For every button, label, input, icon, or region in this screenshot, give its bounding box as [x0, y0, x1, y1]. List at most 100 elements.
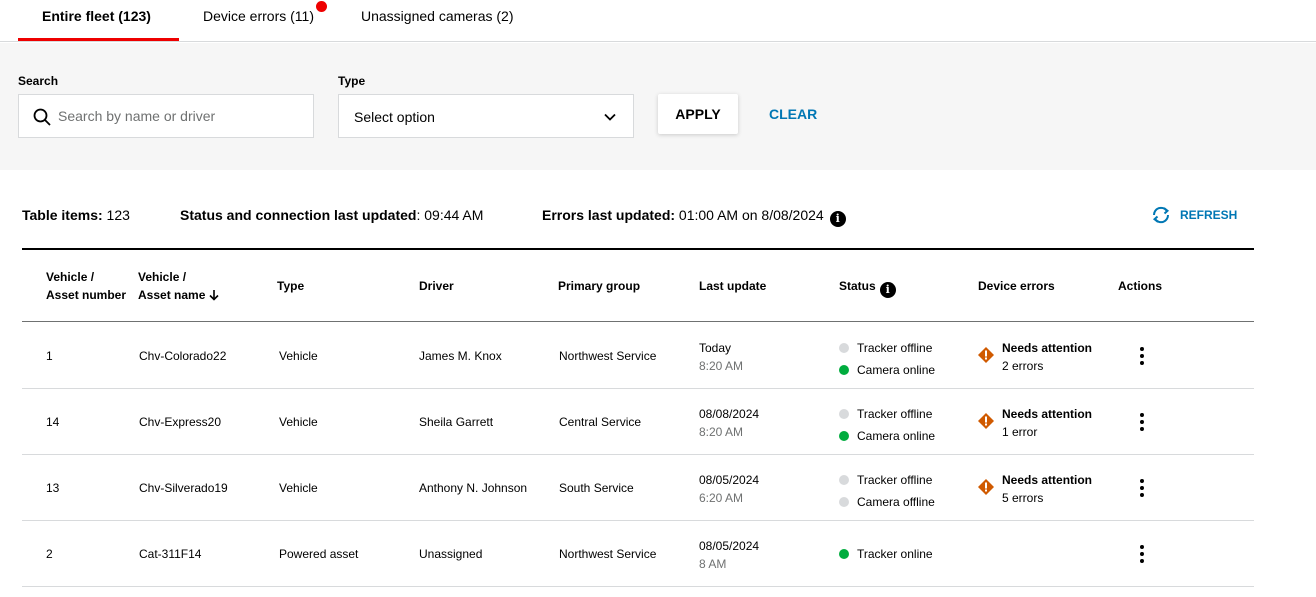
cell-primary-group: Central Service: [559, 415, 641, 429]
cell-device-errors[interactable]: Needs attention5 errors: [978, 471, 1092, 507]
status-line: Camera online: [839, 359, 935, 381]
last-update-date: 08/05/2024: [699, 537, 759, 555]
status-offline-dot: [839, 343, 849, 353]
warning-icon: [978, 347, 994, 363]
kebab-dot: [1140, 479, 1144, 483]
status-text: Tracker offline: [857, 403, 932, 425]
tab-device-errors[interactable]: Device errors (11): [203, 8, 314, 24]
table-row[interactable]: 14Chv-Express20VehicleSheila GarrettCent…: [22, 389, 1254, 455]
kebab-dot: [1140, 493, 1144, 497]
search-input[interactable]: [58, 95, 308, 137]
sort-down-icon[interactable]: [209, 289, 219, 301]
table-items-label: Table items:: [22, 207, 103, 223]
col-vehicle-name-line1: Vehicle /: [138, 270, 186, 284]
cell-asset-number: 13: [46, 481, 59, 495]
kebab-dot: [1140, 413, 1144, 417]
device-errors-text: Needs attention2 errors: [978, 339, 1092, 375]
search-field[interactable]: [18, 94, 314, 138]
cell-type: Vehicle: [279, 349, 318, 363]
table-row[interactable]: 1Chv-Colorado22VehicleJames M. KnoxNorth…: [22, 323, 1254, 389]
type-select-value: Select option: [354, 109, 435, 125]
col-primary-group[interactable]: Primary group: [558, 277, 640, 295]
refresh-button[interactable]: REFRESH: [1150, 206, 1237, 224]
device-errors-text: Needs attention1 error: [978, 405, 1092, 441]
more-actions-icon[interactable]: [1134, 543, 1150, 565]
col-vehicle-number[interactable]: Vehicle / Asset number: [46, 268, 126, 304]
device-errors-title: Needs attention: [1002, 405, 1092, 423]
cell-type: Vehicle: [279, 481, 318, 495]
tab-bar: Entire fleet (123) Device errors (11) Un…: [0, 0, 1316, 42]
status-text: Tracker offline: [857, 469, 932, 491]
refresh-icon: [1150, 206, 1172, 224]
cell-device-errors[interactable]: Needs attention2 errors: [978, 339, 1092, 375]
cell-asset-number: 2: [46, 547, 53, 561]
last-update-date: Today: [699, 339, 743, 357]
cell-asset-name: Chv-Colorado22: [139, 349, 226, 363]
table-header: Vehicle / Asset number Vehicle / Asset n…: [22, 250, 1254, 322]
cell-asset-number: 1: [46, 349, 53, 363]
table-row[interactable]: 13Chv-Silverado19VehicleAnthony N. Johns…: [22, 455, 1254, 521]
table-items-count: Table items: 123: [22, 207, 130, 223]
status-last-updated: Status and connection last updated: 09:4…: [180, 207, 483, 223]
col-driver[interactable]: Driver: [419, 277, 454, 295]
device-errors-count: 5 errors: [1002, 491, 1043, 505]
errors-updated-label: Errors last updated:: [542, 207, 675, 223]
status-updated-label: Status and connection last updated: [180, 207, 416, 223]
cell-status: Tracker online: [839, 543, 933, 565]
search-label: Search: [18, 74, 58, 88]
apply-button[interactable]: APPLY: [658, 94, 738, 134]
kebab-dot: [1140, 361, 1144, 365]
status-online-dot: [839, 365, 849, 375]
cell-last-update: 08/05/20246:20 AM: [699, 471, 759, 507]
device-errors-count: 2 errors: [1002, 359, 1043, 373]
kebab-dot: [1140, 420, 1144, 424]
cell-primary-group: Northwest Service: [559, 349, 656, 363]
status-offline-dot: [839, 497, 849, 507]
status-text: Tracker online: [857, 543, 933, 565]
cell-asset-number: 14: [46, 415, 59, 429]
table-items-value: 123: [103, 207, 130, 223]
more-actions-icon[interactable]: [1134, 345, 1150, 367]
cell-asset-name: Chv-Silverado19: [139, 481, 228, 495]
status-line: Tracker online: [839, 543, 933, 565]
status-line: Tracker offline: [839, 469, 935, 491]
status-text: Camera offline: [857, 491, 935, 513]
clear-button[interactable]: CLEAR: [769, 106, 817, 122]
status-updated-value: : 09:44 AM: [416, 207, 483, 223]
errors-updated-value: 01:00 AM on 8/08/2024: [675, 207, 824, 223]
col-last-update[interactable]: Last update: [699, 277, 766, 295]
col-status-label: Status: [839, 279, 876, 293]
cell-primary-group: Northwest Service: [559, 547, 656, 561]
tab-unassigned-cameras[interactable]: Unassigned cameras (2): [361, 8, 514, 24]
status-line: Tracker offline: [839, 337, 935, 359]
col-type[interactable]: Type: [277, 277, 304, 295]
filter-panel: Search Type Select option APPLY CLEAR: [0, 43, 1316, 170]
cell-driver: Unassigned: [419, 547, 482, 561]
tab-entire-fleet[interactable]: Entire fleet (123): [42, 8, 151, 24]
more-actions-icon[interactable]: [1134, 411, 1150, 433]
cell-device-errors[interactable]: Needs attention1 error: [978, 405, 1092, 441]
last-update-time: 6:20 AM: [699, 489, 759, 507]
col-vehicle-number-line2: Asset number: [46, 288, 126, 302]
cell-last-update: Today8:20 AM: [699, 339, 743, 375]
kebab-dot: [1140, 427, 1144, 431]
status-text: Camera online: [857, 425, 935, 447]
status-online-dot: [839, 431, 849, 441]
col-vehicle-name[interactable]: Vehicle / Asset name: [138, 268, 219, 304]
status-info-icon[interactable]: i: [880, 282, 896, 298]
cell-asset-name: Cat-311F14: [139, 547, 201, 561]
col-status[interactable]: Statusi: [839, 277, 896, 298]
status-text: Tracker offline: [857, 337, 932, 359]
table-row[interactable]: 2Cat-311F14Powered assetUnassignedNorthw…: [22, 521, 1254, 587]
type-select[interactable]: Select option: [338, 94, 634, 138]
col-device-errors[interactable]: Device errors: [978, 277, 1055, 295]
more-actions-icon[interactable]: [1134, 477, 1150, 499]
info-icon[interactable]: i: [830, 211, 846, 227]
cell-status: Tracker offlineCamera online: [839, 403, 935, 447]
status-offline-dot: [839, 475, 849, 485]
cell-status: Tracker offlineCamera online: [839, 337, 935, 381]
col-actions: Actions: [1118, 277, 1162, 295]
kebab-dot: [1140, 354, 1144, 358]
status-online-dot: [839, 549, 849, 559]
warning-icon: [978, 479, 994, 495]
